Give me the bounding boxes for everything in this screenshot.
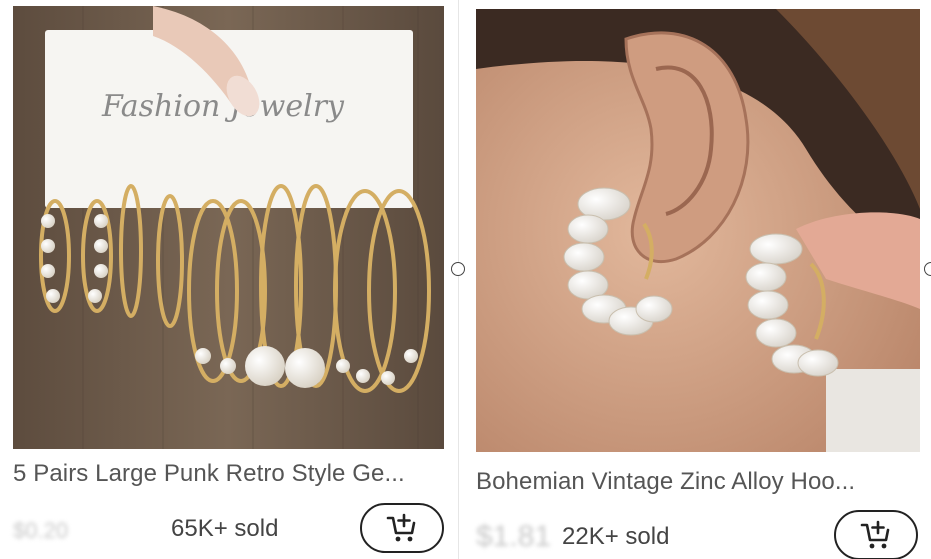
sold-count: 65K+ sold (171, 515, 279, 542)
product-card[interactable]: Bohemian Vintage Zinc Alloy Hoo... $1.81… (476, 0, 920, 559)
product-image[interactable]: Fashion Jewelry (13, 6, 444, 449)
price-row: $0.20 65K+ sold (13, 503, 444, 554)
price-row: $1.81 22K+ sold (476, 510, 920, 559)
product-price: $0.20 (13, 518, 69, 543)
add-to-cart-button[interactable] (834, 510, 918, 559)
card-brand-text: Fashion Jewelry (101, 89, 345, 124)
add-to-cart-button[interactable] (360, 503, 444, 553)
product-title[interactable]: 5 Pairs Large Punk Retro Style Ge... (13, 460, 444, 488)
product-title[interactable]: Bohemian Vintage Zinc Alloy Hoo... (476, 468, 920, 496)
grid-divider (458, 0, 459, 559)
carousel-dot[interactable] (451, 262, 465, 276)
add-to-cart-icon (860, 520, 890, 549)
earrings-set-photo: Fashion Jewelry (13, 6, 444, 449)
carousel-dot[interactable] (924, 262, 931, 276)
ear-model-photo (476, 9, 920, 452)
sold-count: 22K+ sold (562, 523, 670, 550)
product-card[interactable]: Fashion Jewelry 5 Pairs Large Punk Retro… (13, 0, 444, 553)
product-image[interactable] (476, 9, 920, 452)
product-price: $1.81 (476, 520, 552, 553)
add-to-cart-icon (386, 513, 416, 542)
